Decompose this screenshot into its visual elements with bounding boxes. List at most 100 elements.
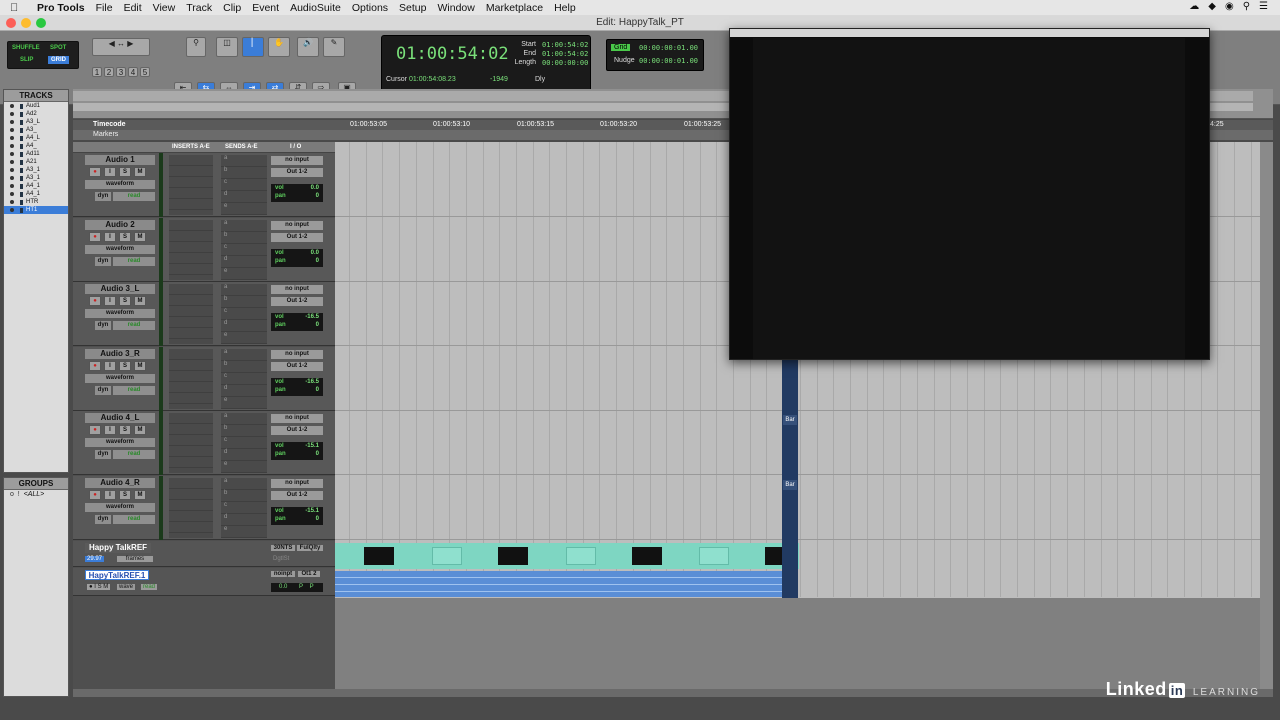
show-hide-icon[interactable]: [10, 160, 14, 164]
apple-icon[interactable]: : [10, 2, 26, 14]
tracks-list-item[interactable]: A4_1: [4, 182, 68, 190]
sync-icon[interactable]: ◆: [1208, 1, 1216, 12]
playlist-selector[interactable]: dyn: [95, 256, 111, 266]
end-value[interactable]: 01:00:54:02: [542, 50, 588, 58]
input-selector[interactable]: no input: [271, 156, 323, 165]
vol-pan-display[interactable]: vol 0.0 pan 0: [271, 248, 323, 267]
start-value[interactable]: 01:00:54:02: [542, 41, 588, 49]
audio-ref-clip[interactable]: [335, 571, 783, 597]
grid-label[interactable]: Grid: [611, 44, 631, 51]
playlist-selector[interactable]: dyn: [95, 192, 111, 201]
tracks-list-item[interactable]: A4_1: [4, 190, 68, 198]
solo-button[interactable]: S: [119, 360, 131, 371]
track-name[interactable]: Audio 2: [85, 219, 155, 230]
menu-help[interactable]: Help: [554, 2, 576, 14]
track-name[interactable]: Audio 4_R: [85, 478, 155, 488]
input-monitor-button[interactable]: I: [104, 231, 116, 242]
audio-ref-auto[interactable]: read: [141, 584, 158, 590]
solo-button[interactable]: S: [119, 231, 131, 242]
track-view-selector[interactable]: waveform: [85, 309, 155, 319]
zoom-preset-5[interactable]: 5: [140, 67, 150, 77]
video-window[interactable]: [729, 28, 1210, 360]
audio-ref-output[interactable]: Ot1 2: [298, 571, 320, 577]
track-view-selector[interactable]: waveform: [85, 438, 155, 448]
input-selector[interactable]: no input: [271, 414, 323, 424]
record-enable-button[interactable]: ●: [89, 231, 101, 242]
grid-mode[interactable]: GRID: [48, 56, 69, 64]
minimize-icon[interactable]: [21, 18, 31, 28]
record-enable-button[interactable]: ●: [89, 490, 101, 500]
playlist-selector[interactable]: dyn: [95, 321, 111, 331]
trim-tool-icon[interactable]: ◫: [216, 37, 238, 57]
output-selector[interactable]: Out 1-2: [271, 361, 323, 371]
delay-label[interactable]: Dly: [535, 76, 545, 83]
input-monitor-button[interactable]: I: [104, 425, 116, 436]
audio-ref-rec-buttons[interactable]: ● I S M: [87, 584, 111, 590]
insert-slots[interactable]: [169, 219, 213, 280]
insert-slots[interactable]: [169, 478, 213, 538]
record-enable-button[interactable]: ●: [89, 425, 101, 436]
send-slots[interactable]: abcde: [221, 348, 267, 409]
main-counter-value[interactable]: 01:00:54:02: [396, 44, 509, 64]
mute-button[interactable]: M: [134, 425, 146, 436]
automation-mode[interactable]: read: [113, 321, 155, 331]
output-selector[interactable]: Out 1-2: [271, 232, 323, 242]
mute-button[interactable]: M: [134, 296, 146, 307]
tracks-list-item[interactable]: HTR: [4, 198, 68, 206]
automation-mode[interactable]: read: [113, 385, 155, 395]
shuffle-mode[interactable]: SHUFFLE: [12, 45, 40, 51]
tracks-list-item[interactable]: Aud1: [4, 102, 68, 110]
zoomer-tool-icon[interactable]: ⚲: [186, 37, 206, 57]
output-selector[interactable]: Out 1-2: [271, 491, 323, 500]
show-hide-icon[interactable]: [10, 112, 14, 116]
selection-bar[interactable]: Bar Bar: [782, 358, 798, 598]
main-counter[interactable]: 01:00:54:02 Start End Length 01:00:54:02…: [381, 35, 591, 97]
mute-button[interactable]: M: [134, 231, 146, 242]
record-enable-button[interactable]: ●: [89, 167, 101, 177]
tracks-list-item[interactable]: Ad11: [4, 150, 68, 158]
show-hide-icon[interactable]: [10, 208, 14, 212]
input-selector[interactable]: no input: [271, 285, 323, 295]
zoom-preset-3[interactable]: 3: [116, 67, 126, 77]
send-slots[interactable]: abcde: [221, 219, 267, 280]
track-view-selector[interactable]: waveform: [85, 503, 155, 512]
grid-value[interactable]: 00:00:00:01.00: [639, 44, 698, 52]
show-hide-icon[interactable]: [10, 128, 14, 132]
record-enable-button[interactable]: ●: [89, 360, 101, 371]
scrubber-tool-icon[interactable]: 🔊: [297, 37, 319, 57]
send-slots[interactable]: abcde: [221, 284, 267, 345]
playlist-selector[interactable]: dyn: [95, 515, 111, 524]
menu-setup[interactable]: Setup: [399, 2, 426, 14]
solo-button[interactable]: S: [119, 425, 131, 436]
show-hide-icon[interactable]: [10, 152, 14, 156]
vol-pan-display[interactable]: vol -15.1 pan 0: [271, 507, 323, 525]
video-format[interactable]: 30NTS: [271, 545, 295, 551]
tracks-list-item[interactable]: A3_1: [4, 166, 68, 174]
tracks-list-item[interactable]: HT1: [4, 206, 68, 214]
insert-slots[interactable]: [169, 348, 213, 409]
mute-button[interactable]: M: [134, 360, 146, 371]
video-track-name[interactable]: Happy TalkREF: [85, 543, 151, 553]
show-hide-icon[interactable]: [10, 120, 14, 124]
tracks-list-item[interactable]: A4_: [4, 142, 68, 150]
video-quality[interactable]: FulQlty: [297, 545, 323, 551]
menu-clip[interactable]: Clip: [223, 2, 241, 14]
solo-button[interactable]: S: [119, 490, 131, 500]
insert-slots[interactable]: [169, 284, 213, 345]
input-monitor-button[interactable]: I: [104, 167, 116, 177]
close-icon[interactable]: [6, 18, 16, 28]
video-window-titlebar[interactable]: [730, 29, 1209, 37]
send-slots[interactable]: abcde: [221, 155, 267, 215]
slip-mode[interactable]: SLIP: [20, 57, 33, 63]
audio-ref-track-name[interactable]: HapyTalkREF.1: [85, 570, 149, 580]
input-selector[interactable]: no input: [271, 479, 323, 488]
input-selector[interactable]: no input: [271, 349, 323, 359]
show-hide-icon[interactable]: [10, 144, 14, 148]
vol-pan-display[interactable]: vol -16.5 pan 0: [271, 377, 323, 396]
output-selector[interactable]: Out 1-2: [271, 426, 323, 436]
zoom-preset-2[interactable]: 2: [104, 67, 114, 77]
solo-button[interactable]: S: [119, 296, 131, 307]
mute-button[interactable]: M: [134, 490, 146, 500]
tracks-list-item[interactable]: A4_L: [4, 134, 68, 142]
input-monitor-button[interactable]: I: [104, 360, 116, 371]
